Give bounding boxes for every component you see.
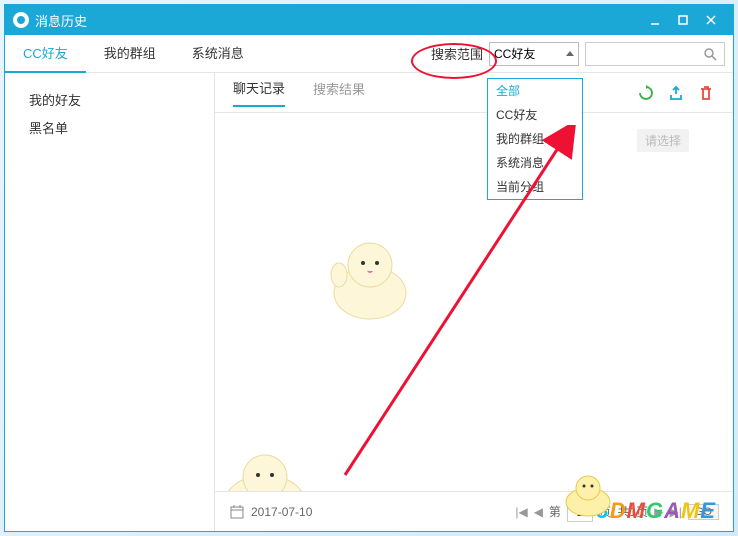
search-scope-dropdown: 全部 CC好友 我的群组 系统消息 当前分组 xyxy=(487,78,583,200)
search-scope-label: 搜索范围 xyxy=(431,44,483,63)
search-scope-select[interactable]: CC好友 xyxy=(489,42,579,66)
delete-button[interactable] xyxy=(697,84,715,102)
caret-up-icon xyxy=(566,51,574,56)
maximize-button[interactable] xyxy=(669,5,697,35)
trash-icon xyxy=(698,85,714,101)
search-input-wrap xyxy=(585,42,725,66)
nav-system-msgs[interactable]: 系统消息 xyxy=(174,35,262,73)
app-window: 消息历史 CC好友 我的群组 系统消息 搜索范围 CC好友 全部 CC好友 我的… xyxy=(4,4,734,532)
tab-search-results[interactable]: 搜索结果 xyxy=(313,79,365,106)
minimize-button[interactable] xyxy=(641,5,669,35)
nav-my-groups[interactable]: 我的群组 xyxy=(86,35,174,73)
toolbar-icons xyxy=(637,84,715,102)
refresh-button[interactable] xyxy=(637,84,655,102)
footer: 2017-07-10 |◀ ◀ 第 页, 共1页 ▶ ▶| GO xyxy=(215,491,733,531)
export-button[interactable] xyxy=(667,84,685,102)
content-area: 请选择 xyxy=(215,113,733,491)
body: 我的好友 黑名单 聊天记录 搜索结果 请选择 xyxy=(5,73,733,531)
refresh-icon xyxy=(638,85,654,101)
page-prev-button[interactable]: ◀ xyxy=(534,505,543,519)
page-next-button[interactable]: ▶ xyxy=(654,505,663,519)
close-button[interactable] xyxy=(697,5,725,35)
dropdown-option-my-groups[interactable]: 我的群组 xyxy=(488,127,582,151)
page-go-button[interactable]: GO xyxy=(688,504,719,520)
titlebar: 消息历史 xyxy=(5,5,733,35)
main-panel: 聊天记录 搜索结果 请选择 xyxy=(215,73,733,531)
sidebar-item-blacklist[interactable]: 黑名单 xyxy=(29,115,214,143)
window-title: 消息历史 xyxy=(35,11,641,30)
nav-tabs: CC好友 我的群组 系统消息 xyxy=(5,35,262,73)
mascot-icon xyxy=(558,470,618,520)
page-first-button[interactable]: |◀ xyxy=(515,505,527,519)
dropdown-option-system-msgs[interactable]: 系统消息 xyxy=(488,151,582,175)
dropdown-option-current-group[interactable]: 当前分组 xyxy=(488,175,582,199)
search-icon xyxy=(703,47,717,61)
topbar: CC好友 我的群组 系统消息 搜索范围 CC好友 全部 CC好友 我的群组 系统… xyxy=(5,35,733,73)
dropdown-option-cc-friends[interactable]: CC好友 xyxy=(488,103,582,127)
sidebar: 我的好友 黑名单 xyxy=(5,73,215,531)
export-icon xyxy=(668,85,684,101)
nav-cc-friends[interactable]: CC好友 xyxy=(5,35,86,73)
content-placeholder: 请选择 xyxy=(637,129,689,152)
mascot-icon xyxy=(215,443,325,491)
dropdown-option-all[interactable]: 全部 xyxy=(488,79,582,103)
search-input[interactable] xyxy=(586,43,698,65)
search-scope-value: CC好友 xyxy=(494,45,535,62)
page-last-button[interactable]: ▶| xyxy=(670,505,682,519)
app-logo-icon xyxy=(13,12,29,28)
search-button[interactable] xyxy=(698,43,722,65)
sidebar-item-my-friends[interactable]: 我的好友 xyxy=(29,87,214,115)
tabs-row: 聊天记录 搜索结果 xyxy=(215,73,733,113)
calendar-icon[interactable] xyxy=(229,504,245,520)
tab-chat-log[interactable]: 聊天记录 xyxy=(233,78,285,107)
mascot-icon xyxy=(315,223,425,333)
footer-date[interactable]: 2017-07-10 xyxy=(251,505,312,519)
